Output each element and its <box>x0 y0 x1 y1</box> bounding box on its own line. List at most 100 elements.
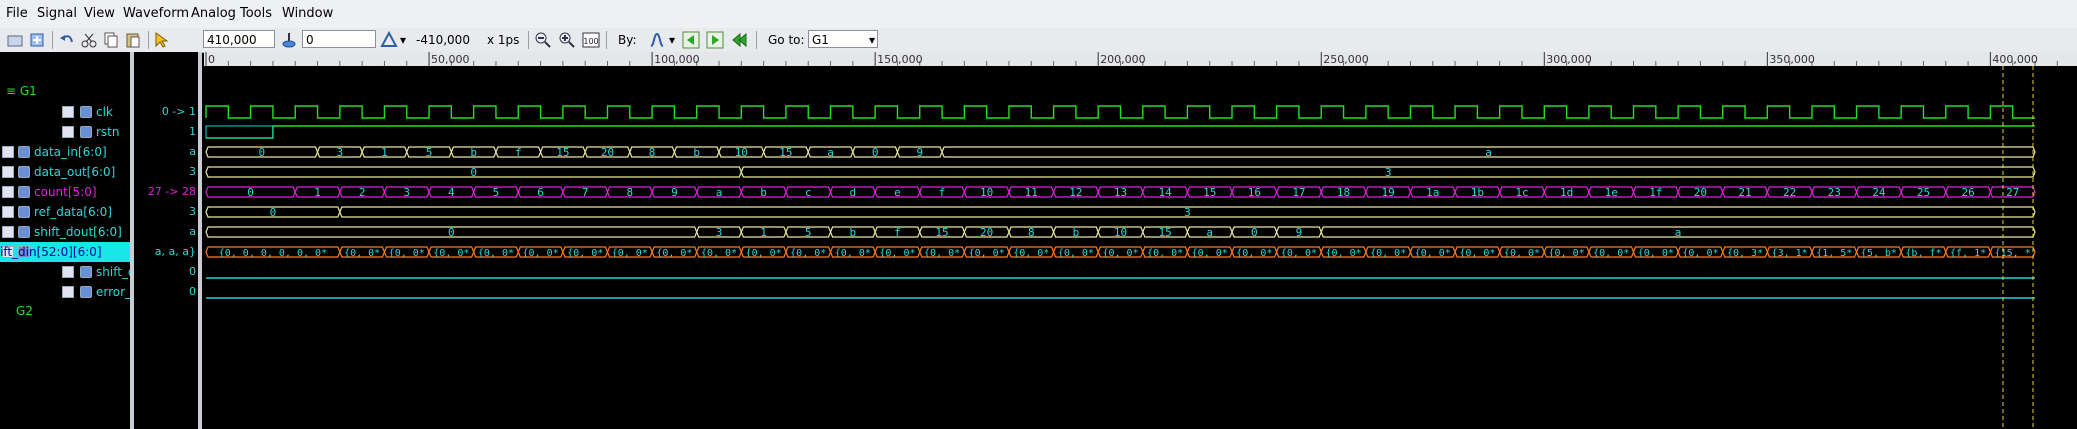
waveform-pane[interactable]: 0 50,000 100,000 150,000 200,000 250,000 300,0… <box>204 52 2077 429</box>
timeline-tick-label: 50,000 <box>431 53 470 66</box>
bus-segment-label: {0, 0* <box>1370 248 1406 259</box>
signal-row-ift-din-52-0-6-0-[interactable]: ift_din[52:0][6:0] <box>0 242 130 262</box>
bus-segment-label: 0 <box>448 226 455 239</box>
bus-segment-label: {0, 0* <box>1058 248 1094 259</box>
menu-view[interactable]: View <box>84 6 115 21</box>
bus-segment-label: 11 <box>1025 186 1038 199</box>
menu-analog[interactable]: Analog <box>191 6 236 21</box>
bus-segment-label: 20 <box>980 226 993 239</box>
bus-segment-label: 5 <box>426 146 433 159</box>
signal-type-icon <box>62 266 74 278</box>
bus-segment-label: 7 <box>582 186 589 199</box>
bus-segment-label: {0, 0* <box>1192 248 1228 259</box>
cut-icon[interactable] <box>80 31 98 49</box>
edge-search-icon[interactable] <box>648 31 666 49</box>
signal-row-shift-dout-6-0-[interactable]: shift_dout[6:0] <box>0 222 130 242</box>
timeline-tick-label: 200,000 <box>1100 53 1146 66</box>
bus-segment-label: 3 <box>1385 166 1392 179</box>
signal-row-error-ind[interactable]: error_ind <box>0 282 150 302</box>
signal-row-ref-data-6-0-[interactable]: ref_data[6:0] <box>0 202 130 222</box>
signal-row-data-out-6-0-[interactable]: data_out[6:0] <box>0 162 130 182</box>
bus-segment-label: 6 <box>537 186 544 199</box>
signal-value: 0 <box>189 265 196 278</box>
bus-segment-label: b <box>470 146 477 159</box>
signal-name: ref_data[6:0] <box>34 205 112 219</box>
cursor-time-input[interactable]: 410,000 <box>203 30 275 48</box>
clk-waveform[interactable] <box>205 105 2035 119</box>
waveform-canvas[interactable]: 0 50,000 100,000 150,000 200,000 250,000 300,0… <box>204 52 2077 429</box>
bus-segment-label: 4 <box>448 186 455 199</box>
bus-segment-label: {0, 0* <box>523 248 559 259</box>
signal-row-data-in-6-0-[interactable]: data_in[6:0] <box>0 142 130 162</box>
bus-segment-label: 3 <box>337 146 344 159</box>
add-signal-icon[interactable] <box>28 31 46 49</box>
signal-type-icon <box>2 226 14 238</box>
group-label[interactable]: G2 <box>16 304 33 318</box>
pointer-icon[interactable] <box>154 31 168 49</box>
marker-icon[interactable] <box>280 31 298 49</box>
search-back-icon[interactable] <box>682 31 700 49</box>
paste-icon[interactable] <box>124 31 142 49</box>
menu-waveform[interactable]: Waveform <box>123 6 189 21</box>
goto-select[interactable]: G1 ▾ <box>808 30 878 48</box>
bus-segment-label: 21 <box>1738 186 1751 199</box>
search-forward-icon[interactable] <box>706 31 724 49</box>
bus-segment-label: {0, 0* <box>1549 248 1585 259</box>
bus-segment-label: b <box>850 226 857 239</box>
signal-type-icon <box>2 186 14 198</box>
group-label[interactable]: ≡ G1 <box>6 84 37 98</box>
delta-input[interactable]: 0 <box>302 30 376 48</box>
open-icon[interactable] <box>6 31 24 49</box>
signal-name: count[5:0] <box>34 185 97 199</box>
menu-bar: File Signal View Waveform Analog Tools W… <box>0 0 2077 29</box>
bus-segment-label: {0, 0* <box>969 248 1005 259</box>
by-dropdown-icon[interactable]: ▾ <box>669 33 675 47</box>
signal-value: a <box>189 225 196 238</box>
rstn-waveform[interactable] <box>206 125 2035 139</box>
bus-segment-label: 15 <box>1158 226 1171 239</box>
undo-icon[interactable] <box>58 31 76 49</box>
bus-segment-label: 1c <box>1515 186 1528 199</box>
zoom-fit-icon[interactable]: 100 <box>582 31 600 49</box>
zoom-out-icon[interactable] <box>534 31 552 49</box>
signal-row-rstn[interactable]: rstn <box>0 122 130 142</box>
delta-dropdown-icon[interactable]: ▾ <box>400 33 406 47</box>
search-all-icon[interactable] <box>730 31 748 49</box>
bus-segment-label: b <box>693 146 700 159</box>
bus-segment-label: {15, * <box>1995 248 2031 259</box>
signal-type-icon <box>62 106 74 118</box>
bus-segment-label: {f, 1* <box>1950 248 1986 259</box>
bus-segment-label: 26 <box>1961 186 1974 199</box>
bus-segment-label: 27 <box>2006 186 2019 199</box>
bus-segment-label: 0 <box>258 146 265 159</box>
menu-tools[interactable]: Tools <box>240 6 272 21</box>
menu-window[interactable]: Window <box>282 6 333 21</box>
signal-row-count-5-0-[interactable]: count[5:0] <box>0 182 130 202</box>
bus-segment-label: {0, 0* <box>433 248 469 259</box>
time-unit: x 1ps <box>487 33 520 47</box>
signal-row-clk[interactable]: clk <box>0 102 130 122</box>
bus-segment-label: 17 <box>1292 186 1305 199</box>
goto-dropdown-icon[interactable]: ▾ <box>869 31 875 49</box>
bus-segment-label: 9 <box>916 146 923 159</box>
bus-segment-label: {0, 0* <box>1281 248 1317 259</box>
bus-segment-label: {0, 0* <box>790 248 826 259</box>
menu-file[interactable]: File <box>6 6 28 21</box>
signal-value: 0 <box>189 285 196 298</box>
signal-row-shift-op[interactable]: shift_op <box>0 262 143 282</box>
signal-name: clk <box>96 105 113 119</box>
bus-segment-label: 0 <box>247 186 254 199</box>
bus-segment-label: e <box>894 186 901 199</box>
menu-signal[interactable]: Signal <box>37 6 77 21</box>
copy-icon[interactable] <box>102 31 120 49</box>
bus-segment-label: {0, 0* <box>1147 248 1183 259</box>
bus-segment-label: 24 <box>1872 186 1886 199</box>
zoom-in-icon[interactable] <box>558 31 576 49</box>
pane-splitter[interactable] <box>198 52 202 429</box>
bus-segment-label: 1 <box>314 186 321 199</box>
bus-segment-label: 8 <box>649 146 656 159</box>
timeline-tick-label: 250,000 <box>1323 53 1369 66</box>
signal-type-icon <box>2 166 14 178</box>
bus-segment-label: a <box>1485 146 1492 159</box>
delta-icon[interactable] <box>380 31 398 49</box>
